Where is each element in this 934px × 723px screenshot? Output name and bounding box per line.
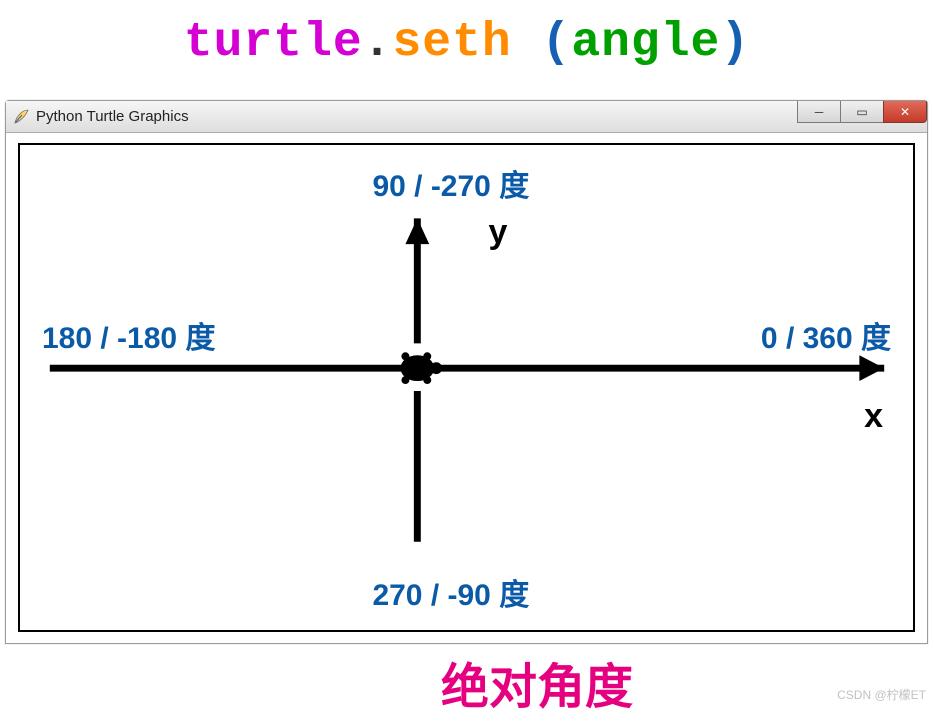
code-token-turtle: turtle xyxy=(184,16,363,70)
axes-svg xyxy=(20,145,913,630)
angle-label-left: 180 / -180 度 xyxy=(42,313,215,357)
app-feather-icon xyxy=(12,108,30,126)
turtle-canvas: 90 / -270 度 180 / -180 度 0 / 360 度 270 /… xyxy=(18,143,915,632)
axis-label-y: y xyxy=(489,213,508,252)
code-token-seth: seth xyxy=(392,16,511,70)
minimize-icon: ─ xyxy=(815,106,824,118)
code-token-angle: angle xyxy=(571,16,720,70)
maximize-icon: ▭ xyxy=(856,106,867,118)
angle-label-top: 90 / -270 度 xyxy=(372,161,529,205)
maximize-button[interactable]: ▭ xyxy=(840,101,884,123)
code-token-open-paren: ( xyxy=(512,16,572,70)
minimize-button[interactable]: ─ xyxy=(797,101,841,123)
window-controls: ─ ▭ ✕ xyxy=(798,101,927,125)
close-button[interactable]: ✕ xyxy=(883,101,927,123)
window-title: Python Turtle Graphics xyxy=(36,108,189,125)
app-window: Python Turtle Graphics ─ ▭ ✕ xyxy=(5,100,928,644)
titlebar[interactable]: Python Turtle Graphics ─ ▭ ✕ xyxy=(6,101,927,133)
close-icon: ✕ xyxy=(900,106,910,118)
watermark: CSDN @柠檬ET xyxy=(837,686,926,703)
code-title: turtle.seth (angle) xyxy=(0,16,934,70)
code-token-close-paren: ) xyxy=(720,16,750,70)
angle-label-right: 0 / 360 度 xyxy=(761,313,891,357)
angle-label-bottom: 270 / -90 度 xyxy=(372,570,529,614)
axis-label-x: x xyxy=(864,397,883,436)
bottom-caption: 绝对角度 xyxy=(0,647,934,717)
code-token-dot: . xyxy=(363,16,393,70)
